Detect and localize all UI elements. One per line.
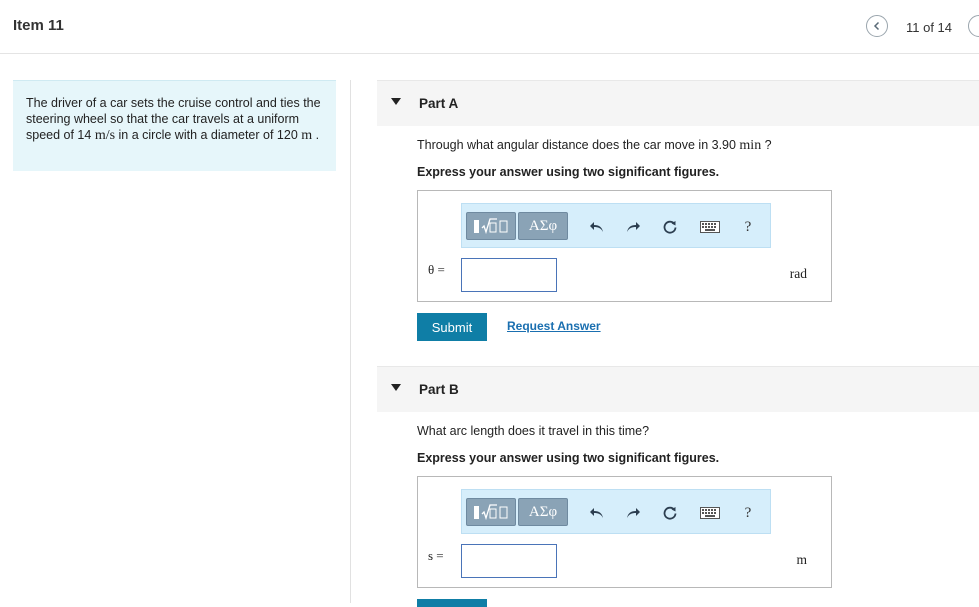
template-button[interactable] (466, 498, 516, 526)
part-b-header[interactable]: Part B (377, 366, 979, 412)
keyboard-icon[interactable] (699, 216, 721, 238)
template-icon (474, 504, 508, 521)
part-b-answer-input[interactable] (461, 544, 557, 578)
part-a-header[interactable]: Part A (377, 80, 979, 126)
collapse-triangle-icon[interactable] (391, 384, 401, 391)
math-toolbar: ΑΣφ ? (461, 203, 771, 248)
problem-text-2: in a circle with a diameter of 120 (115, 128, 302, 142)
undo-icon[interactable] (586, 502, 608, 524)
item-header: Item 11 11 of 14 (0, 0, 979, 54)
problem-text-3: . (312, 128, 320, 142)
previous-item-button[interactable] (866, 15, 888, 37)
item-title: Item 11 (13, 17, 64, 34)
reset-icon[interactable] (659, 502, 681, 524)
part-b-unit: m (796, 552, 807, 567)
theta-label: θ = (428, 262, 445, 277)
part-a-title: Part A (419, 96, 459, 111)
greek-symbols-button[interactable]: ΑΣφ (518, 498, 568, 526)
request-answer-link[interactable]: Request Answer (507, 319, 601, 333)
help-icon[interactable]: ? (737, 502, 759, 524)
math-toolbar: ΑΣφ ? (461, 489, 771, 534)
part-a-instruction: Express your answer using two significan… (417, 165, 720, 179)
next-item-button[interactable] (968, 15, 979, 37)
s-label: s = (428, 548, 444, 563)
collapse-triangle-icon[interactable] (391, 98, 401, 105)
redo-icon[interactable] (622, 502, 644, 524)
submit-button[interactable]: Submit (417, 313, 487, 341)
template-icon (474, 218, 508, 235)
part-b-title: Part B (419, 382, 459, 397)
part-a-question-text: Through what angular distance does the c… (417, 138, 740, 152)
part-b-instruction: Express your answer using two significan… (417, 451, 720, 465)
template-button[interactable] (466, 212, 516, 240)
keyboard-icon[interactable] (699, 502, 721, 524)
chevron-left-icon (873, 21, 880, 31)
part-b-question: What arc length does it travel in this t… (417, 424, 650, 438)
redo-icon[interactable] (622, 216, 644, 238)
part-a-answer-input[interactable] (461, 258, 557, 292)
part-a-unit: rad (789, 266, 807, 281)
part-a-question: Through what angular distance does the c… (417, 138, 772, 154)
reset-icon[interactable] (659, 216, 681, 238)
problem-statement: The driver of a car sets the cruise cont… (13, 80, 336, 171)
part-b-answer-box: ΑΣφ ? s = m (417, 476, 832, 588)
help-icon[interactable]: ? (737, 216, 759, 238)
diameter-unit: m (301, 128, 313, 143)
part-a-answer-box: ΑΣφ ? θ = rad (417, 190, 832, 302)
undo-icon[interactable] (586, 216, 608, 238)
part-a-question-end: ? (761, 138, 772, 152)
speed-unit: m/s (94, 128, 116, 143)
time-unit: min (739, 138, 762, 153)
greek-symbols-button[interactable]: ΑΣφ (518, 212, 568, 240)
part-b-submit-button[interactable] (417, 599, 487, 607)
item-counter: 11 of 14 (906, 20, 953, 35)
column-divider (350, 80, 351, 603)
